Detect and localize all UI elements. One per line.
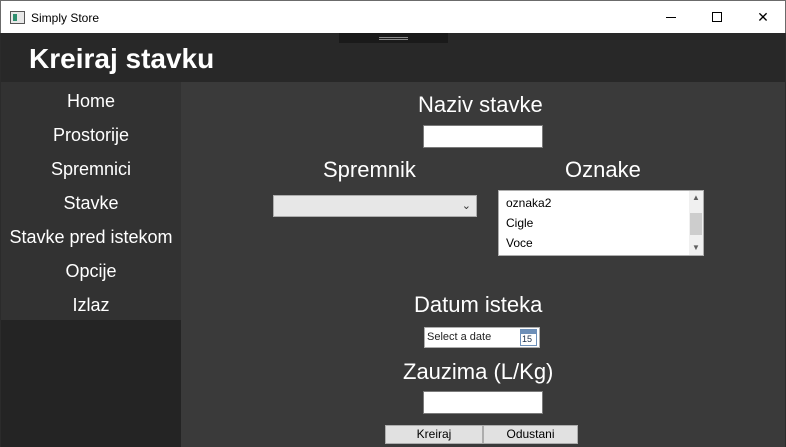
expiry-date-label: Datum isteka	[414, 292, 543, 317]
minimize-button[interactable]	[648, 1, 694, 33]
list-item[interactable]: Voce	[506, 236, 533, 250]
scroll-up-icon[interactable]: ▲	[689, 191, 703, 205]
sidebar-item-home[interactable]: Home	[1, 84, 181, 118]
sidebar-item-stavke-pred-istekom[interactable]: Stavke pred istekom	[1, 220, 181, 254]
app-window-icon	[10, 11, 25, 24]
window-title: Simply Store	[31, 11, 100, 25]
minimize-icon	[666, 16, 676, 18]
tags-scrollbar[interactable]: ▲ ▼	[689, 191, 703, 255]
cancel-button[interactable]: Odustani	[483, 425, 578, 444]
tags-listbox[interactable]: oznaka2 Cigle Voce ▲ ▼	[498, 190, 704, 256]
chevron-down-icon[interactable]: ⌄	[462, 199, 471, 212]
sidebar-item-spremnici[interactable]: Spremnici	[1, 152, 181, 186]
calendar-icon-day: 15	[522, 334, 533, 344]
occupies-input[interactable]	[423, 391, 543, 414]
calendar-icon[interactable]: 15	[520, 329, 537, 346]
sidebar-item-opcije[interactable]: Opcije	[1, 254, 181, 288]
tags-label: Oznake	[565, 157, 641, 182]
container-label: Spremnik	[323, 157, 416, 182]
scroll-down-icon[interactable]: ▼	[689, 241, 703, 255]
occupies-label: Zauzima (L/Kg)	[403, 359, 554, 384]
maximize-icon	[712, 12, 722, 22]
window-titlebar[interactable]: Simply Store ✕	[0, 0, 786, 33]
list-item[interactable]: Cigle	[506, 216, 533, 230]
sidebar-item-izlaz[interactable]: Izlaz	[1, 288, 181, 322]
item-name-label: Naziv stavke	[418, 92, 543, 117]
sidebar: Home Prostorije Spremnici Stavke Stavke …	[1, 82, 181, 447]
container-combobox[interactable]: ⌄	[273, 195, 477, 217]
page-header: Kreiraj stavku	[1, 33, 785, 82]
close-button[interactable]: ✕	[740, 1, 786, 33]
close-icon: ✕	[757, 8, 769, 25]
maximize-button[interactable]	[694, 1, 740, 33]
item-name-input[interactable]	[423, 125, 543, 148]
sidebar-item-stavke[interactable]: Stavke	[1, 186, 181, 220]
sidebar-nav: Home Prostorije Spremnici Stavke Stavke …	[1, 82, 181, 320]
sidebar-item-prostorije[interactable]: Prostorije	[1, 118, 181, 152]
scrollbar-thumb[interactable]	[690, 213, 702, 235]
drag-handle[interactable]	[339, 33, 448, 43]
page-title: Kreiraj stavku	[29, 43, 215, 74]
date-placeholder[interactable]: Select a date	[427, 331, 491, 343]
list-item[interactable]: oznaka2	[506, 196, 551, 210]
create-button[interactable]: Kreiraj	[385, 425, 483, 444]
main-form: Naziv stavke Spremnik ⌄ Oznake oznaka2 C…	[181, 82, 785, 447]
expiry-datepicker[interactable]: Select a date 15	[424, 327, 540, 348]
